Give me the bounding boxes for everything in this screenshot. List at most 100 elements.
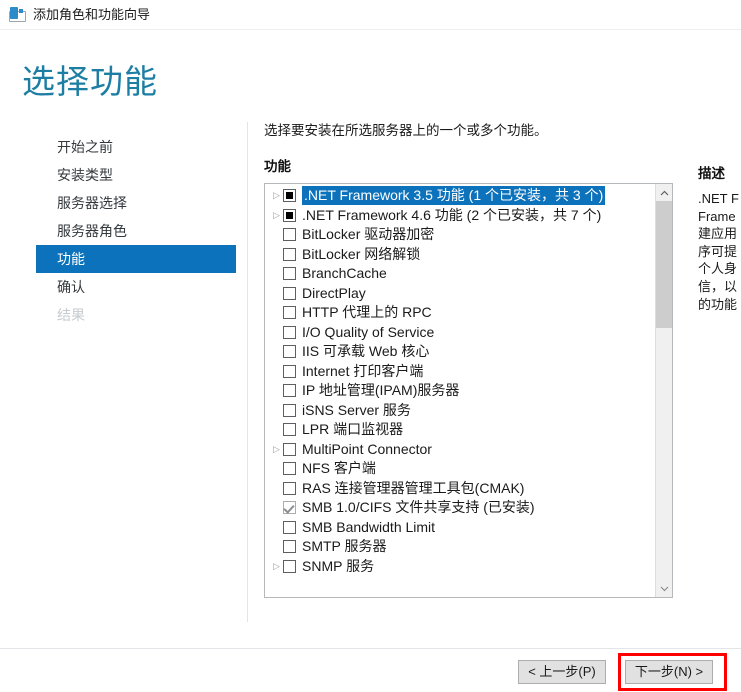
instruction-text: 选择要安装在所选服务器上的一个或多个功能。: [264, 123, 548, 138]
scroll-up-icon[interactable]: [656, 184, 672, 201]
feature-label: SMTP 服务器: [302, 538, 387, 555]
description-line: 序可提: [698, 243, 738, 259]
feature-label: DirectPlay: [302, 284, 366, 301]
features-scrollbar[interactable]: [655, 184, 672, 597]
feature-row[interactable]: BitLocker 驱动器加密: [265, 225, 656, 245]
feature-checkbox[interactable]: [283, 442, 296, 456]
expander-placeholder: [270, 342, 283, 361]
feature-row[interactable]: I/O Quality of Service: [265, 323, 656, 343]
expander-placeholder: [270, 284, 283, 303]
feature-row[interactable]: ▷ MultiPoint Connector: [265, 440, 656, 460]
expander-placeholder: [270, 303, 283, 322]
feature-checkbox[interactable]: [283, 540, 296, 554]
feature-row[interactable]: SMTP 服务器: [265, 537, 656, 557]
feature-checkbox[interactable]: [283, 208, 296, 222]
feature-checkbox[interactable]: [283, 520, 296, 534]
next-button-highlight: [618, 653, 727, 691]
feature-checkbox[interactable]: [283, 286, 296, 300]
description-panel: 描述 .NET F Frame 建应用 序可提 个人身 信，以 的功能: [698, 122, 741, 313]
expander-triangle-icon[interactable]: ▷: [270, 206, 283, 225]
feature-checkbox[interactable]: [283, 559, 296, 573]
feature-checkbox[interactable]: [283, 345, 296, 359]
feature-checkbox[interactable]: [283, 247, 296, 261]
feature-label: RAS 连接管理器管理工具包(CMAK): [302, 479, 525, 496]
feature-row[interactable]: Internet 打印客户端: [265, 362, 656, 382]
feature-label: .NET Framework 4.6 功能 (2 个已安装，共 7 个): [302, 206, 602, 223]
scrollbar-track[interactable]: [656, 201, 672, 580]
expander-placeholder: [270, 459, 283, 478]
feature-checkbox[interactable]: [283, 403, 296, 417]
expander-triangle-icon[interactable]: ▷: [270, 557, 283, 576]
expander-triangle-icon[interactable]: ▷: [270, 440, 283, 459]
previous-button[interactable]: < 上一步(P): [518, 660, 606, 684]
feature-label: IP 地址管理(IPAM)服务器: [302, 382, 460, 399]
feature-label: HTTP 代理上的 RPC: [302, 304, 432, 321]
sidebar-item-features[interactable]: 功能: [36, 245, 236, 273]
description-line: 的功能: [698, 296, 738, 312]
sidebar-item-results: 结果: [57, 307, 85, 323]
feature-row[interactable]: ▷ .NET Framework 4.6 功能 (2 个已安装，共 7 个): [265, 206, 656, 226]
feature-checkbox[interactable]: [283, 228, 296, 242]
feature-checkbox[interactable]: [283, 306, 296, 320]
features-panel: 选择要安装在所选服务器上的一个或多个功能。 功能 ▷ .NET Framework…: [264, 122, 674, 598]
feature-checkbox[interactable]: [283, 481, 296, 495]
feature-row[interactable]: BitLocker 网络解锁: [265, 245, 656, 265]
feature-row[interactable]: ▷ .NET Framework 3.5 功能 (1 个已安装，共 3 个): [265, 186, 656, 206]
feature-label: BitLocker 网络解锁: [302, 245, 421, 262]
expander-placeholder: [270, 401, 283, 420]
expander-placeholder: [270, 245, 283, 264]
expander-placeholder: [270, 381, 283, 400]
feature-label: BranchCache: [302, 265, 387, 282]
expander-placeholder: [270, 537, 283, 556]
page-title: 选择功能: [22, 63, 158, 100]
feature-row[interactable]: BranchCache: [265, 264, 656, 284]
feature-row[interactable]: SMB 1.0/CIFS 文件共享支持 (已安装): [265, 498, 656, 518]
expander-placeholder: [270, 498, 283, 517]
expander-placeholder: [270, 518, 283, 537]
scrollbar-thumb[interactable]: [656, 201, 672, 328]
feature-label: MultiPoint Connector: [302, 440, 432, 457]
expander-placeholder: [270, 323, 283, 342]
description-line: Frame: [698, 208, 736, 224]
feature-row[interactable]: ▷ SNMP 服务: [265, 557, 656, 577]
description-title: 描述: [698, 166, 725, 181]
feature-row[interactable]: iSNS Server 服务: [265, 401, 656, 421]
features-list: ▷ .NET Framework 3.5 功能 (1 个已安装，共 3 个) ▷ .N…: [265, 184, 656, 597]
feature-row[interactable]: NFS 客户端: [265, 459, 656, 479]
features-listbox[interactable]: ▷ .NET Framework 3.5 功能 (1 个已安装，共 3 个) ▷ .N…: [264, 183, 673, 598]
feature-row[interactable]: DirectPlay: [265, 284, 656, 304]
expander-placeholder: [270, 362, 283, 381]
feature-label: BitLocker 驱动器加密: [302, 226, 435, 243]
feature-checkbox[interactable]: [283, 364, 296, 378]
feature-row[interactable]: HTTP 代理上的 RPC: [265, 303, 656, 323]
feature-row[interactable]: LPR 端口监视器: [265, 420, 656, 440]
feature-label: I/O Quality of Service: [302, 323, 435, 340]
sidebar-item-server-roles[interactable]: 服务器角色: [36, 217, 236, 245]
description-line: 信，以: [698, 278, 738, 294]
sidebar-item-confirmation[interactable]: 确认: [36, 273, 236, 301]
scroll-down-icon[interactable]: [656, 580, 672, 597]
feature-label: SMB 1.0/CIFS 文件共享支持 (已安装): [302, 499, 535, 516]
expander-triangle-icon[interactable]: ▷: [270, 186, 283, 205]
sidebar-item-server-selection[interactable]: 服务器选择: [36, 189, 236, 217]
expander-placeholder: [270, 225, 283, 244]
feature-label: iSNS Server 服务: [302, 401, 411, 418]
feature-checkbox[interactable]: [283, 189, 296, 203]
feature-label: NFS 客户端: [302, 460, 376, 477]
sidebar-item-installation-type[interactable]: 安装类型: [36, 161, 236, 189]
feature-label: .NET Framework 3.5 功能 (1 个已安装，共 3 个): [302, 186, 606, 206]
feature-checkbox[interactable]: [283, 462, 296, 476]
feature-row[interactable]: IP 地址管理(IPAM)服务器: [265, 381, 656, 401]
feature-checkbox[interactable]: [283, 325, 296, 339]
feature-checkbox[interactable]: [283, 267, 296, 281]
feature-label: SMB Bandwidth Limit: [302, 518, 436, 535]
feature-checkbox[interactable]: [283, 384, 296, 398]
feature-row[interactable]: IIS 可承载 Web 核心: [265, 342, 656, 362]
sidebar-item-before-you-begin[interactable]: 开始之前: [36, 133, 236, 161]
feature-row[interactable]: SMB Bandwidth Limit: [265, 518, 656, 538]
window-titlebar: 添加角色和功能向导: [0, 0, 741, 30]
expander-placeholder: [270, 479, 283, 498]
feature-checkbox[interactable]: [283, 423, 296, 437]
feature-row[interactable]: RAS 连接管理器管理工具包(CMAK): [265, 479, 656, 499]
feature-label: SNMP 服务: [302, 557, 375, 574]
